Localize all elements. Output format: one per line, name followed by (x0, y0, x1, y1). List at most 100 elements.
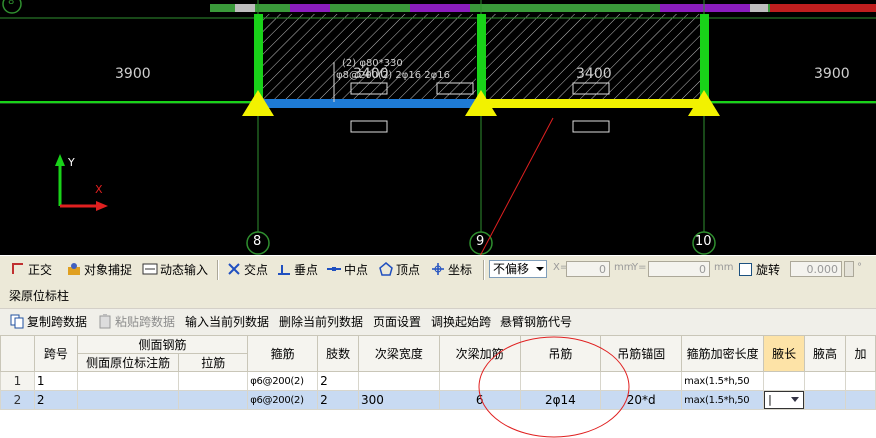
snap-magnet-icon (66, 261, 82, 277)
coordinate-icon (430, 261, 446, 277)
midpoint-icon (326, 261, 342, 277)
span-data-grid: 跨号 侧面钢筋 箍筋 肢数 次梁宽度 次梁加筋 吊筋 吊筋锚固 箍筋加密长度 腋… (0, 335, 876, 438)
ucs-axis-y-label: Y (68, 156, 75, 169)
cell-haunch-length[interactable] (763, 371, 806, 391)
rotate-checkbox[interactable] (739, 263, 752, 276)
delete-column-button[interactable]: 删除当前列数据 (279, 312, 363, 332)
haunch-length-dropdown[interactable]: | (764, 391, 804, 409)
row-number-header (0, 335, 35, 372)
page-setup-button[interactable]: 页面设置 (373, 312, 421, 332)
rotate-label: 旋转 (756, 263, 781, 277)
cell-stirrup[interactable]: φ6@200(2) (247, 371, 319, 391)
span-label-4: 3900 (814, 66, 850, 82)
cantilever-code-button[interactable]: 悬臂钢筋代号 (500, 312, 572, 332)
col-header-secondary-width[interactable]: 次梁宽度 (358, 335, 440, 372)
cell-more[interactable] (844, 371, 876, 391)
cell-hanger[interactable]: 2φ14 (519, 390, 602, 410)
table-row[interactable]: 2 2 φ6@200(2) 2 300 6 2φ14 20*d max(1.5*… (0, 390, 876, 410)
span-table: 跨号 侧面钢筋 箍筋 肢数 次梁宽度 次梁加筋 吊筋 吊筋锚固 箍筋加密长度 腋… (0, 335, 876, 410)
ortho-button[interactable]: 正交 (10, 260, 52, 280)
table-row[interactable]: 1 1 φ6@200(2) 2 max(1.5*h,50 (0, 371, 876, 391)
col-header-hanger-anchor[interactable]: 吊筋锚固 (600, 335, 683, 372)
toolbar-separator (483, 260, 485, 280)
cell-haunch-length-editor[interactable]: | (763, 390, 806, 410)
rotate-angle-input[interactable]: 0.000 (790, 261, 842, 277)
input-column-button[interactable]: 输入当前列数据 (185, 312, 269, 332)
ucs-axis-x-label: X (95, 183, 103, 196)
ortho-icon (10, 261, 26, 277)
grid-bubble-corner-label: 8 (8, 0, 15, 7)
degree-label: ° (857, 262, 862, 273)
y-coord-input[interactable]: 0 (648, 261, 710, 277)
rotate-spinner[interactable] (844, 261, 854, 277)
cell-dense-length[interactable]: max(1.5*h,50 (681, 371, 765, 391)
toolbar-separator (217, 260, 219, 280)
cell-secondary-add[interactable] (438, 371, 521, 391)
cell-secondary-add[interactable]: 6 (438, 390, 521, 410)
col-header-side-rebar: 侧面钢筋 (76, 335, 249, 354)
col-header-haunch-length[interactable]: 腋长 (763, 335, 806, 372)
cell-haunch-height[interactable] (804, 371, 846, 391)
cell-hanger-anchor[interactable] (600, 371, 683, 391)
midpoint-snap-button[interactable]: 中点 (326, 260, 368, 280)
copy-span-button[interactable]: 复制跨数据 (9, 312, 87, 332)
col-header-legs[interactable]: 肢数 (317, 335, 360, 372)
grid-bubble-label-8: 8 (253, 234, 262, 249)
dynamic-input-icon (142, 261, 158, 277)
cad-canvas[interactable]: 8 3900 3400 3400 3900 (2) φ80*330 φ8@200… (0, 0, 876, 255)
cell-tie[interactable] (178, 371, 249, 391)
span-label-3: 3400 (576, 66, 612, 82)
col-header-haunch-height[interactable]: 腋高 (804, 335, 846, 372)
cell-span-no[interactable]: 1 (33, 371, 78, 391)
dynamic-input-button[interactable]: 动态输入 (142, 260, 208, 280)
col-header-span-no[interactable]: 跨号 (33, 335, 78, 372)
cell-secondary-width[interactable] (358, 371, 440, 391)
grid-bubble-label-10: 10 (695, 234, 712, 249)
chevron-down-icon (536, 267, 544, 271)
coordinate-snap-button[interactable]: 坐标 (430, 260, 472, 280)
row-index: 1 (0, 371, 35, 391)
intersection-snap-button[interactable]: 交点 (226, 260, 268, 280)
col-header-hanger[interactable]: 吊筋 (519, 335, 602, 372)
col-header-dense-length[interactable]: 箍筋加密长度 (681, 335, 765, 372)
cell-hanger-anchor[interactable]: 20*d (600, 390, 683, 410)
cell-tie[interactable] (178, 390, 249, 410)
offset-mode-select[interactable]: 不偏移 (489, 260, 547, 278)
x-coord-input[interactable]: 0 (566, 261, 610, 277)
span-label-1: 3900 (115, 66, 151, 82)
panel-title: 梁原位标柱 (0, 285, 876, 307)
cell-secondary-width[interactable]: 300 (358, 390, 440, 410)
perpendicular-icon (276, 261, 292, 277)
col-header-secondary-add[interactable]: 次梁加筋 (438, 335, 521, 372)
paste-icon (97, 313, 113, 329)
cell-more[interactable] (844, 390, 876, 410)
col-header-side-annotation[interactable]: 侧面原位标注筋 (76, 353, 180, 372)
grid-bubble-label-9: 9 (476, 234, 485, 249)
copy-icon (9, 313, 25, 329)
cell-legs[interactable]: 2 (317, 371, 360, 391)
cell-dense-length[interactable]: max(1.5*h,50 (681, 390, 765, 410)
vertex-snap-button[interactable]: 顶点 (378, 260, 420, 280)
swap-start-span-button[interactable]: 调换起始跨 (431, 312, 491, 332)
cell-hanger[interactable] (519, 371, 602, 391)
intersection-icon (226, 261, 242, 277)
object-snap-button[interactable]: 对象捕捉 (66, 260, 132, 280)
beam-annotation-mid: φ8@200(2) 2φ16 2φ16 (336, 70, 450, 81)
cell-span-no[interactable]: 2 (33, 390, 78, 410)
beam-annotation-top: (2) φ80*330 (342, 58, 403, 69)
perpendicular-snap-button[interactable]: 垂点 (276, 260, 318, 280)
row-index: 2 (0, 390, 35, 410)
col-header-stirrup[interactable]: 箍筋 (247, 335, 319, 372)
cell-legs[interactable]: 2 (317, 390, 360, 410)
col-header-tie[interactable]: 拉筋 (178, 353, 249, 372)
cad-drawing (0, 0, 876, 255)
cell-side-annotation[interactable] (76, 390, 180, 410)
col-header-more[interactable]: 加 (844, 335, 876, 372)
vertex-pentagon-icon (378, 261, 394, 277)
cell-haunch-height[interactable] (804, 390, 846, 410)
cell-side-annotation[interactable] (76, 371, 180, 391)
cell-stirrup[interactable]: φ6@200(2) (247, 390, 319, 410)
paste-span-button[interactable]: 粘贴跨数据 (97, 312, 175, 332)
y-coord-label: Y= (632, 262, 647, 273)
command-toolbar: 复制跨数据 粘贴跨数据 输入当前列数据 删除当前列数据 页面设置 调换起始跨 悬… (0, 308, 876, 336)
